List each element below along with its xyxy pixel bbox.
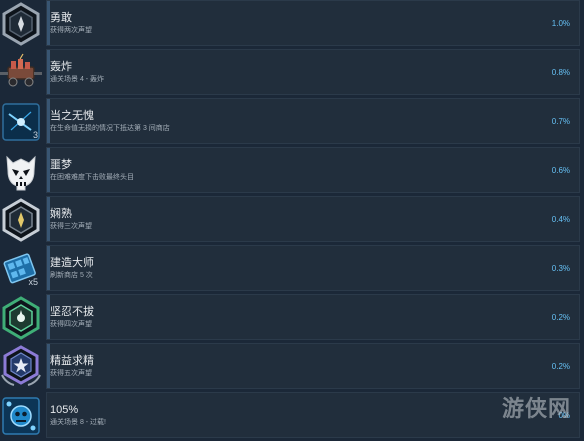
achievement-title: 105% [50, 404, 79, 416]
achievement-title: 建造大师 [50, 257, 94, 269]
skull-icon [0, 147, 42, 195]
dynamite-cart-icon [0, 49, 42, 97]
achievement-description: 刷新商店 5 次 [50, 272, 93, 279]
blue-blocks-icon: x5 [0, 245, 42, 293]
achievement-row[interactable]: 轰炸 通关场景 4 - 轰炸 0.8% [0, 49, 584, 97]
achievement-percent: 0.3% [551, 264, 570, 273]
progress-bar [46, 294, 580, 340]
achievement-title: 噩梦 [50, 159, 72, 171]
blue-robot-icon [0, 392, 42, 440]
achievement-description: 通关场景 8 - 过载! [50, 419, 107, 426]
badge-count: x5 [28, 277, 38, 287]
achievement-row[interactable]: 噩梦 在困难难度下击败最终头目 0.6% [0, 147, 584, 195]
progress-bar [46, 343, 580, 389]
progress-bar [46, 196, 580, 242]
achievement-row[interactable]: 娴熟 获得三次声望 0.4% [0, 196, 584, 244]
hexagon-badge-green-icon [0, 294, 42, 342]
achievement-row[interactable]: 3 当之无愧 在生命值无损的情况下抵达第 3 间商店 0.7% [0, 98, 584, 146]
achievement-percent: 0.6% [551, 166, 570, 175]
hexagon-badge-gray-icon [0, 0, 42, 48]
achievement-row[interactable]: x5 建造大师 刷新商店 5 次 0.3% [0, 245, 584, 293]
progress-bar [46, 245, 580, 291]
blue-spark-icon: 3 [0, 98, 42, 146]
achievement-title: 勇敢 [50, 12, 72, 24]
badge-count: 3 [32, 130, 38, 140]
achievement-description: 在困难难度下击败最终头目 [50, 174, 134, 181]
achievement-description: 获得五次声望 [50, 370, 92, 377]
achievement-title: 精益求精 [50, 355, 94, 367]
achievement-percent: 0.8% [551, 68, 570, 77]
achievement-title: 当之无愧 [50, 110, 94, 122]
progress-bar [46, 49, 580, 95]
achievement-description: 获得三次声望 [50, 223, 92, 230]
achievement-description: 获得四次声望 [50, 321, 92, 328]
achievement-row[interactable]: 精益求精 获得五次声望 0.2% [0, 343, 584, 391]
achievement-title: 轰炸 [50, 61, 72, 73]
achievement-percent: 0.2% [551, 362, 570, 371]
achievement-row[interactable]: 105% 通关场景 8 - 过载! 0% [0, 392, 584, 440]
achievement-percent: 0.7% [551, 117, 570, 126]
achievement-title: 娴熟 [50, 208, 72, 220]
achievement-description: 在生命值无损的情况下抵达第 3 间商店 [50, 125, 170, 132]
achievement-percent: 0.2% [551, 313, 570, 322]
progress-bar [46, 98, 580, 144]
progress-bar [46, 0, 580, 46]
achievement-title: 坚忍不拔 [50, 306, 94, 318]
hexagon-badge-star-icon [0, 343, 42, 391]
achievement-percent: 1.0% [551, 19, 570, 28]
achievement-row[interactable]: 坚忍不拔 获得四次声望 0.2% [0, 294, 584, 342]
progress-bar [46, 147, 580, 193]
achievement-list: 勇敢 获得两次声望 1.0% 轰炸 通关场景 4 - 轰炸 0.8% 3 当之无… [0, 0, 584, 441]
achievement-percent: 0.4% [551, 215, 570, 224]
hexagon-badge-silver-icon [0, 196, 42, 244]
progress-bar [46, 392, 580, 438]
achievement-row[interactable]: 勇敢 获得两次声望 1.0% [0, 0, 584, 48]
achievement-description: 通关场景 4 - 轰炸 [50, 76, 105, 83]
achievement-description: 获得两次声望 [50, 27, 92, 34]
site-watermark: 游侠网 [502, 397, 572, 422]
